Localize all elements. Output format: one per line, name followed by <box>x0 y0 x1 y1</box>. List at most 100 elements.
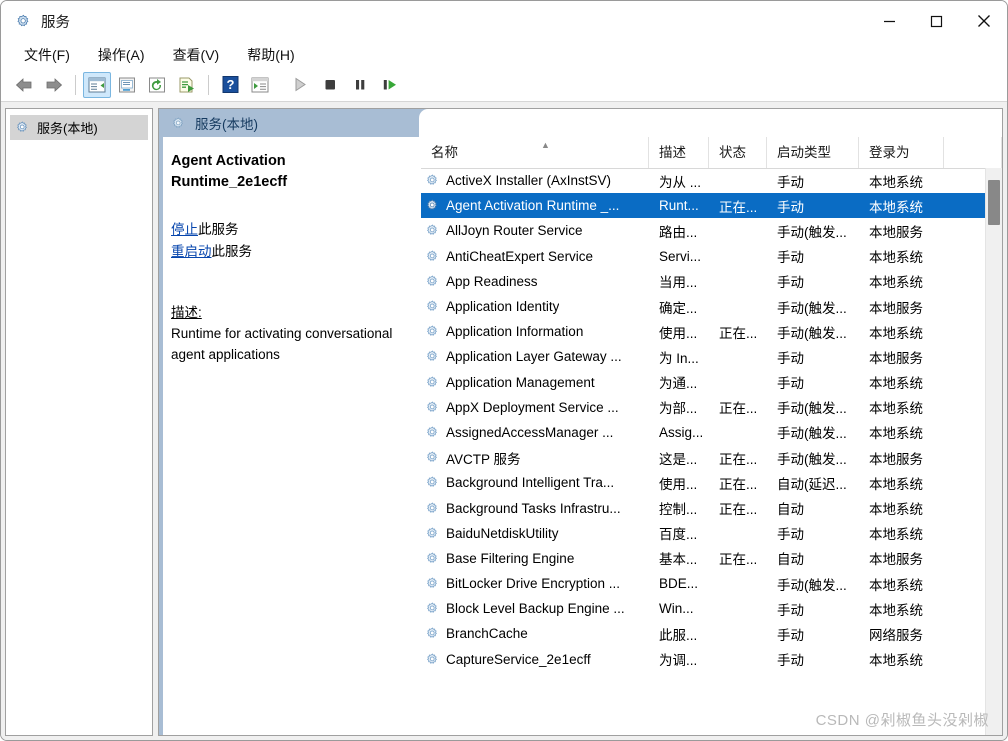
cell-description: 当用... <box>659 275 698 291</box>
scrollbar-thumb[interactable] <box>988 180 1000 225</box>
table-row[interactable]: BaiduNetdiskUtility 百度... 手动 本地系统 <box>421 521 986 546</box>
cell-name: ActiveX Installer (AxInstSV) <box>421 173 649 188</box>
cell-startup-type: 手动 <box>777 275 804 291</box>
table-row[interactable]: BitLocker Drive Encryption ... BDE... 手动(触… <box>421 571 986 596</box>
service-name-label: AllJoyn Router Service <box>446 223 583 239</box>
cell-startup-type: 手动 <box>777 250 804 266</box>
service-name-label: AppX Deployment Service ... <box>446 399 619 415</box>
table-row[interactable]: App Readiness 当用... 手动 本地系统 <box>421 269 986 294</box>
pause-service-icon[interactable] <box>346 72 374 98</box>
service-name-label: Background Intelligent Tra... <box>446 475 615 491</box>
cell-log-on-as: 本地服务 <box>869 350 923 366</box>
table-row[interactable]: AllJoyn Router Service 路由... 手动(触发... 本地服务 <box>421 218 986 243</box>
cell-log-on-as: 本地服务 <box>869 451 923 467</box>
menu-help[interactable]: 帮助(H) <box>237 42 304 68</box>
cell-log-on-as: 本地系统 <box>869 602 923 618</box>
column-header-name[interactable]: 名称 ▲ <box>421 137 649 168</box>
service-name-label: AntiCheatExpert Service <box>446 248 594 264</box>
start-service-icon[interactable] <box>286 72 314 98</box>
service-gear-icon <box>425 249 440 264</box>
restart-service-link[interactable]: 重启动 <box>171 244 212 259</box>
table-row[interactable]: Application Management 为通... 手动 本地系统 <box>421 370 986 395</box>
restart-service-suffix: 此服务 <box>211 244 253 259</box>
service-name-label: Base Filtering Engine <box>446 550 575 566</box>
table-row[interactable]: ActiveX Installer (AxInstSV) 为从 ... 手动 本地系统 <box>421 168 986 193</box>
table-row[interactable]: Background Intelligent Tra... 使用... 正在... 自… <box>421 470 986 495</box>
column-header-startup-type[interactable]: 启动类型 <box>767 137 859 168</box>
table-row[interactable]: Agent Activation Runtime _... Runt... 正在..… <box>421 193 986 219</box>
help-icon[interactable]: ? <box>216 72 244 98</box>
export-list-icon[interactable] <box>173 72 201 98</box>
forward-icon[interactable] <box>40 72 68 98</box>
table-row[interactable]: Application Layer Gateway ... 为 In... 手动 本地… <box>421 344 986 369</box>
cell-log-on-as: 本地系统 <box>869 527 923 543</box>
table-row[interactable]: Block Level Backup Engine ... Win... 手动 本地系… <box>421 596 986 621</box>
table-row[interactable]: CaptureService_2e1ecff 为调... 手动 本地系统 <box>421 647 986 672</box>
cell-startup-type: 手动 <box>777 627 804 643</box>
list-vertical-scrollbar[interactable] <box>985 168 1002 735</box>
cell-startup-type: 手动(触发... <box>777 325 847 341</box>
show-hide-console-tree-icon[interactable] <box>83 71 111 98</box>
properties-icon[interactable] <box>113 72 141 98</box>
description-label: 描述: <box>171 305 202 320</box>
cell-name: BitLocker Drive Encryption ... <box>421 576 649 591</box>
results-body: Agent Activation Runtime_2e1ecff 停止此服务 重… <box>159 109 1002 735</box>
table-row[interactable]: BranchCache 此服... 手动 网络服务 <box>421 621 986 646</box>
close-button[interactable] <box>960 1 1007 41</box>
services-list: 名称 ▲ 描述 状态 启动类型 登录为 ActiveX Installer (A… <box>421 137 1002 735</box>
stop-service-icon[interactable] <box>316 72 344 98</box>
table-row[interactable]: Application Information 使用... 正在... 手动(触发..… <box>421 319 986 344</box>
services-gear-icon <box>15 120 30 135</box>
cell-description: 此服... <box>659 627 698 643</box>
refresh-icon[interactable] <box>143 72 171 98</box>
stop-service-link[interactable]: 停止 <box>171 222 198 237</box>
cell-description: Servi... <box>659 248 702 264</box>
cell-name: Background Intelligent Tra... <box>421 475 649 490</box>
table-row[interactable]: Application Identity 确定... 手动(触发... 本地服务 <box>421 294 986 319</box>
menu-view[interactable]: 查看(V) <box>163 42 230 68</box>
detail-service-name: Agent Activation Runtime_2e1ecff <box>171 153 288 190</box>
menu-action[interactable]: 操作(A) <box>88 42 155 68</box>
back-icon[interactable] <box>10 72 38 98</box>
column-header-filler <box>944 137 1002 168</box>
column-header-status[interactable]: 状态 <box>709 137 767 168</box>
minimize-button[interactable] <box>866 1 913 41</box>
service-detail-panel: Agent Activation Runtime_2e1ecff 停止此服务 重… <box>159 109 421 735</box>
table-row[interactable]: AppX Deployment Service ... 为部... 正在... 手动(… <box>421 395 986 420</box>
service-gear-icon <box>425 450 440 465</box>
cell-log-on-as: 本地服务 <box>869 552 923 568</box>
column-header-name-label: 名称 <box>431 145 458 160</box>
service-name-label: CaptureService_2e1ecff <box>446 651 591 667</box>
cell-log-on-as: 本地系统 <box>869 577 923 593</box>
cell-name: Agent Activation Runtime _... <box>421 198 649 214</box>
window-title: 服务 <box>41 14 70 31</box>
service-name-label: Application Information <box>446 324 584 340</box>
table-row[interactable]: Background Tasks Infrastru... 控制... 正在... 自… <box>421 495 986 520</box>
toolbar: ? <box>1 68 1007 102</box>
cell-log-on-as: 本地系统 <box>869 275 923 291</box>
cell-status: 正在... <box>719 199 758 215</box>
cell-name: Block Level Backup Engine ... <box>421 601 649 616</box>
toolbar-separator-2 <box>208 74 209 95</box>
service-name-label: BitLocker Drive Encryption ... <box>446 576 621 592</box>
table-row[interactable]: AVCTP 服务 这是... 正在... 手动(触发... 本地服务 <box>421 445 986 470</box>
cell-description: 使用... <box>659 325 698 341</box>
cell-description: 为部... <box>659 401 698 417</box>
service-gear-icon <box>425 324 440 339</box>
table-row[interactable]: AntiCheatExpert Service Servi... 手动 本地系统 <box>421 244 986 269</box>
tree-item-services-local[interactable]: 服务(本地) <box>10 115 148 140</box>
show-action-pane-icon[interactable] <box>246 72 274 98</box>
column-header-description[interactable]: 描述 <box>649 137 709 168</box>
service-gear-icon <box>425 173 440 188</box>
menu-file[interactable]: 文件(F) <box>14 42 80 68</box>
column-header-log-on-as[interactable]: 登录为 <box>859 137 944 168</box>
table-row[interactable]: AssignedAccessManager ... Assig... 手动(触发..… <box>421 420 986 445</box>
cell-startup-type: 手动(触发... <box>777 401 847 417</box>
maximize-button[interactable] <box>913 1 960 41</box>
restart-service-icon[interactable] <box>376 72 404 98</box>
cell-log-on-as: 本地系统 <box>869 250 923 266</box>
table-row[interactable]: Base Filtering Engine 基本... 正在... 自动 本地服务 <box>421 546 986 571</box>
cell-startup-type: 手动(触发... <box>777 300 847 316</box>
service-name-label: Application Identity <box>446 299 560 315</box>
cell-status: 正在... <box>719 325 758 341</box>
